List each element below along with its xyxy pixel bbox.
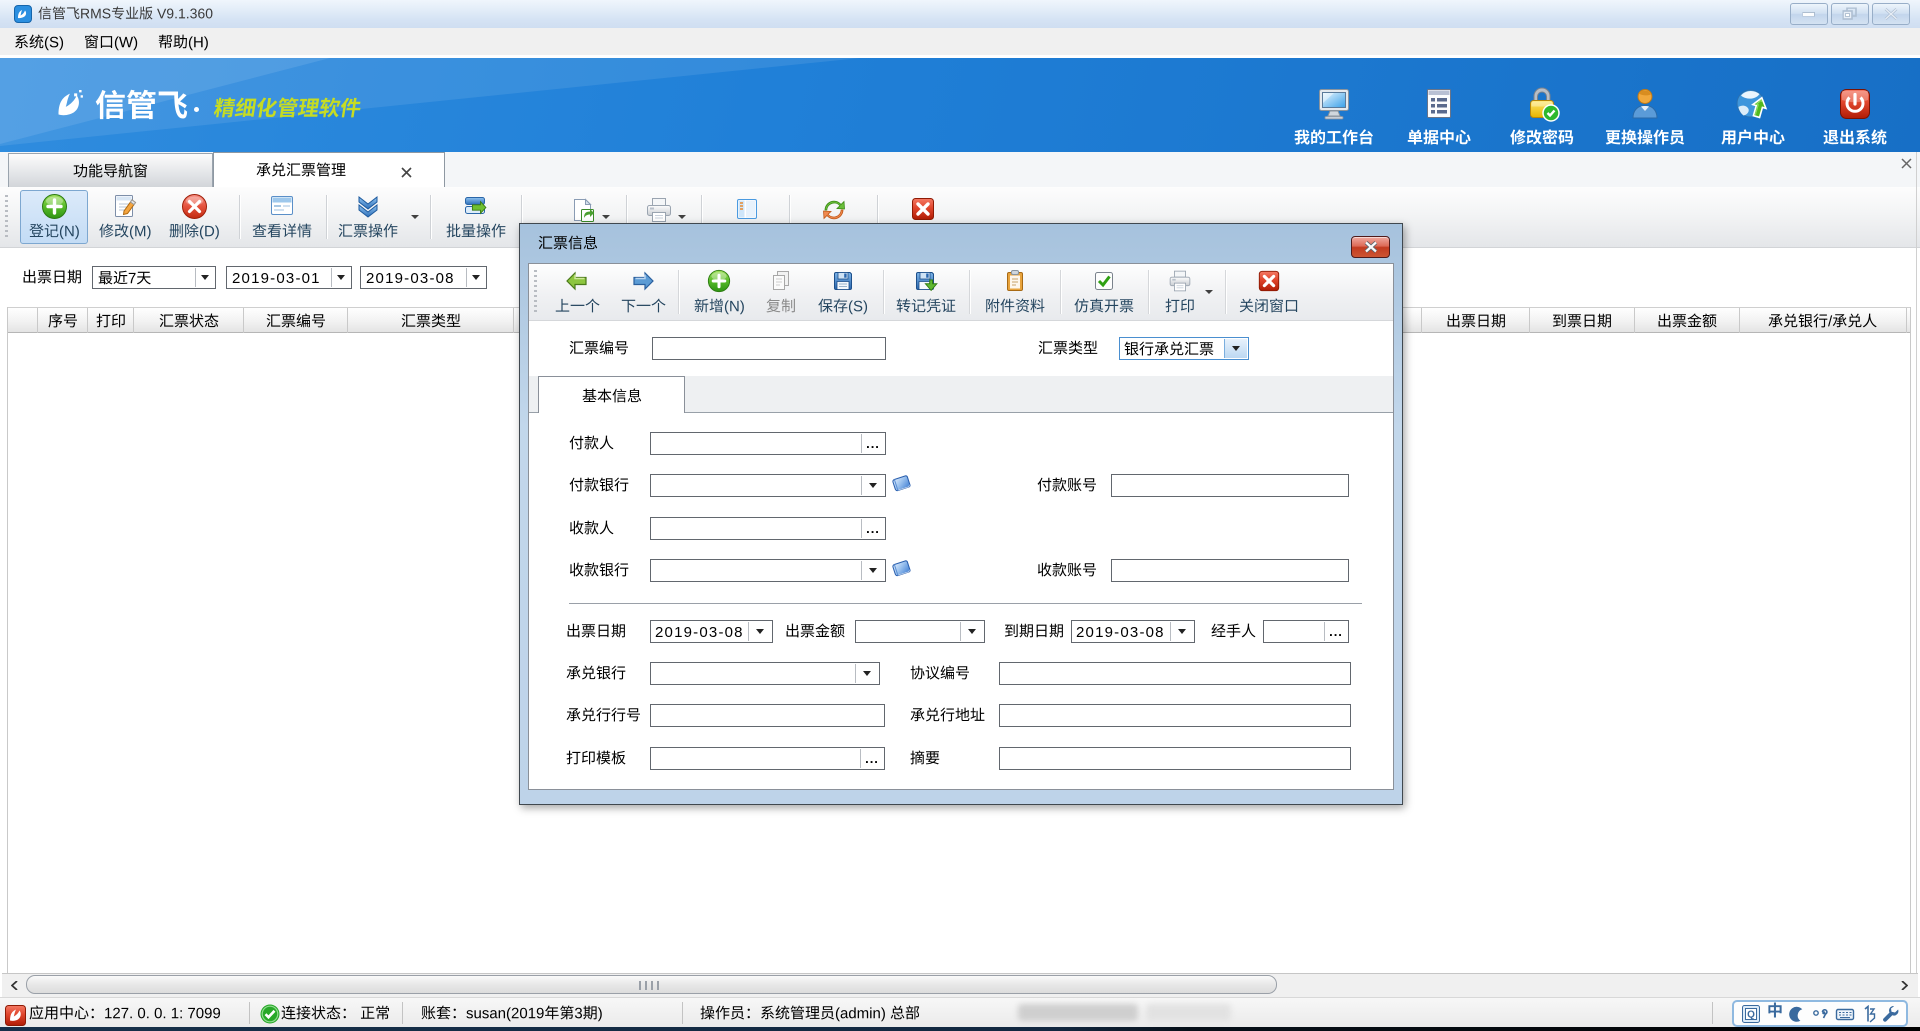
svg-text:Q: Q (1747, 1009, 1755, 1020)
